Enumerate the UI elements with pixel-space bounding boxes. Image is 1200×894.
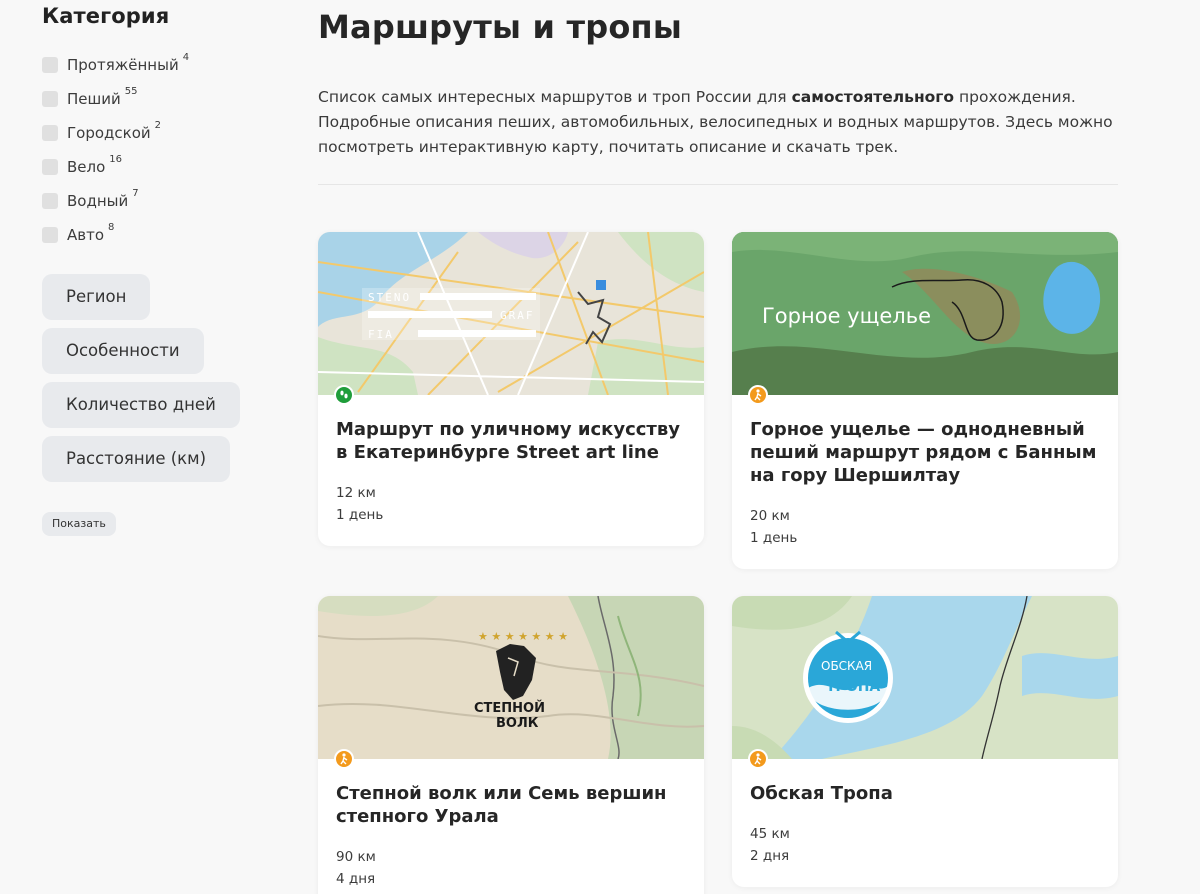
category-option-bike[interactable]: Вело 16 [42,150,282,184]
category-count: 16 [109,153,123,165]
hiker-icon [748,749,768,769]
page-title: Маршруты и тропы [318,8,682,46]
checkbox[interactable] [42,193,58,209]
category-option-auto[interactable]: Авто 8 [42,218,282,252]
image-text: ВОЛК [496,716,539,731]
divider [318,184,1118,185]
card-days: 2 дня [750,848,790,864]
category-count: 8 [108,221,115,233]
card-body: Обская Тропа 45 км 2 дня [732,759,1118,887]
route-map-image: ОБСКАЯ ТРОПА [732,596,1118,759]
card-days: 4 дня [336,871,376,887]
category-count: 55 [124,85,138,97]
days-filter-button[interactable]: Количество дней [42,382,240,428]
category-count: 2 [154,119,162,131]
filter-sidebar: Категория Протяжённый 4 Пеший 55 Городск… [42,4,282,536]
category-label: Авто [67,226,105,244]
footprints-icon [334,385,354,405]
card-body: Маршрут по уличному искусству в Екатерин… [318,395,704,546]
filter-buttons: Регион Особенности Количество дней Расст… [42,274,282,482]
image-text: СТЕПНОЙ [474,700,545,716]
route-card[interactable]: ★ ★ ★ ★ ★ ★ ★ СТЕПНОЙ ВОЛК Степной волк … [318,596,704,894]
show-button[interactable]: Показать [42,512,116,536]
category-option-long[interactable]: Протяжённый 4 [42,48,282,82]
category-option-city[interactable]: Городской 2 [42,116,282,150]
route-card[interactable]: Горное ущелье Горное ущелье — однодневны… [732,232,1118,569]
category-label: Водный [67,192,129,210]
category-label: Пеший [67,90,121,108]
hiker-icon [748,385,768,405]
category-label: Вело [67,158,106,176]
image-text: STENO [368,291,411,304]
checkbox[interactable] [42,125,58,141]
image-text: ОБСКАЯ [821,659,872,673]
card-title[interactable]: Степной волк или Семь вершин степного Ур… [336,782,686,828]
intro-text-bold: самостоятельного [791,88,955,106]
card-distance: 90 км [336,849,376,865]
image-text: GRAF [500,309,535,322]
checkbox[interactable] [42,57,58,73]
card-distance: 20 км [750,508,790,524]
route-map-image: STENO GRAF FIA [318,232,704,395]
card-body: Горное ущелье — однодневный пеший маршру… [732,395,1118,569]
intro-text: Список самых интересных маршрутов и троп… [318,85,1118,160]
card-distance: 45 км [750,826,790,842]
card-days: 1 день [750,530,798,546]
route-card[interactable]: STENO GRAF FIA Маршрут по уличному искус… [318,232,704,546]
svg-text:★ ★ ★ ★ ★ ★ ★: ★ ★ ★ ★ ★ ★ ★ [478,630,568,643]
route-map-image: Горное ущелье [732,232,1118,395]
category-option-walking[interactable]: Пеший 55 [42,82,282,116]
card-body: Степной волк или Семь вершин степного Ур… [318,759,704,894]
main-content: Маршруты и тропы Список самых интересных… [318,0,1158,185]
checkbox[interactable] [42,159,58,175]
features-filter-button[interactable]: Особенности [42,328,204,374]
route-card[interactable]: ОБСКАЯ ТРОПА Обская Тропа 45 км 2 дня [732,596,1118,887]
card-title[interactable]: Маршрут по уличному искусству в Екатерин… [336,418,686,464]
category-list: Протяжённый 4 Пеший 55 Городской 2 Вело … [42,48,282,252]
image-text: ТРОПА [826,679,880,695]
image-text: Горное ущелье [762,304,931,328]
checkbox[interactable] [42,91,58,107]
category-count: 4 [182,51,190,63]
hiker-icon [334,749,354,769]
route-map-image: ★ ★ ★ ★ ★ ★ ★ СТЕПНОЙ ВОЛК [318,596,704,759]
card-title[interactable]: Обская Тропа [750,782,1100,805]
distance-filter-button[interactable]: Расстояние (км) [42,436,231,482]
intro-text-start: Список самых интересных маршрутов и троп… [318,88,792,106]
image-text: FIA [368,328,394,341]
category-option-water[interactable]: Водный 7 [42,184,282,218]
category-count: 7 [132,187,139,199]
card-distance: 12 км [336,485,376,501]
checkbox[interactable] [42,227,58,243]
category-label: Городской [67,124,151,142]
category-heading: Категория [42,4,170,28]
card-title[interactable]: Горное ущелье — однодневный пеший маршру… [750,418,1100,487]
card-days: 1 день [336,507,384,523]
category-label: Протяжённый [67,56,179,74]
region-filter-button[interactable]: Регион [42,274,151,320]
